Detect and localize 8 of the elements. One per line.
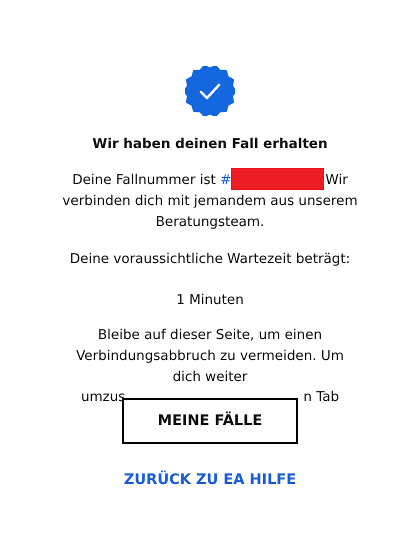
back-to-help-link[interactable]: ZURÜCK ZU EA HILFE <box>124 472 296 488</box>
my-cases-button[interactable]: MEINE FÄLLE <box>122 398 298 444</box>
confirmation-title: Wir haben deinen Fall erhalten <box>92 136 328 152</box>
verified-check-icon <box>185 66 235 116</box>
wait-time-value: 1 Minuten <box>175 291 245 310</box>
case-number-text: Deine Fallnummer ist # Wir verbinden dich mit jemandem aus unserem Beratungsteam. <box>45 168 375 233</box>
wait-time-label: Deine voraussichtliche Wartezeit beträgt: <box>68 250 352 269</box>
notice-text-fragment: n Tab <box>303 388 340 402</box>
